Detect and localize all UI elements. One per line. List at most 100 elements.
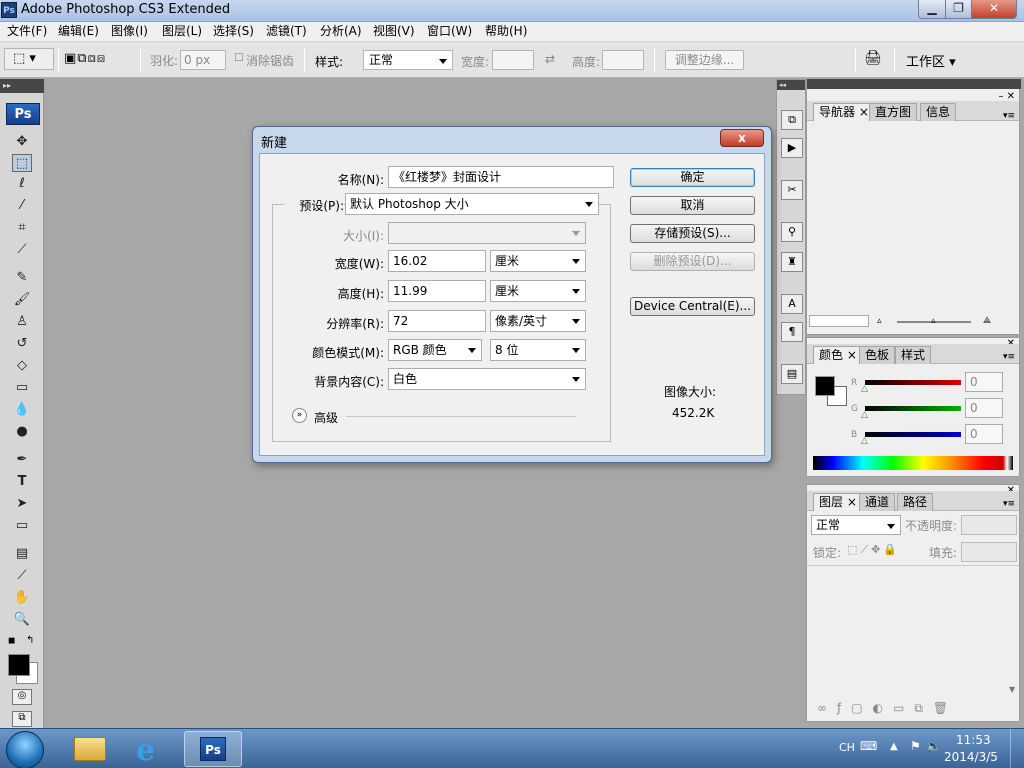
layer-footer-icons[interactable]: ∞ƒ▢◐▭⧉🗑 [817, 701, 958, 716]
dodge-tool-icon[interactable]: ● [12, 423, 32, 441]
menu-help[interactable]: 帮助(H) [480, 22, 532, 41]
channel-b-input[interactable]: 0 [965, 424, 1003, 444]
save-preset-button[interactable]: 存储预设(S)... [630, 224, 755, 243]
bridge-icon[interactable]: 🖨 [864, 50, 888, 70]
menu-view[interactable]: 视图(V) [368, 22, 420, 41]
resolution-input[interactable]: 72 [388, 310, 486, 332]
advanced-label[interactable]: 高级 [314, 409, 338, 426]
hand-tool-icon[interactable]: ✋ [12, 589, 32, 607]
swap-colors-icon[interactable]: ↰ [26, 635, 34, 646]
tab-paths[interactable]: 路径 [897, 493, 934, 511]
channel-g-slider[interactable] [865, 406, 961, 411]
menu-window[interactable]: 窗口(W) [422, 22, 477, 41]
menu-analysis[interactable]: 分析(A) [315, 22, 367, 41]
history-brush-tool-icon[interactable]: ↺ [12, 335, 32, 353]
dialog-close-button[interactable]: x [720, 129, 764, 147]
screen-mode-icon[interactable]: ⧉ [12, 711, 32, 727]
channel-r-slider[interactable] [865, 380, 961, 385]
channel-r-thumb[interactable]: △ [861, 384, 868, 394]
menu-select[interactable]: 选择(S) [208, 22, 259, 41]
tab-histogram[interactable]: 直方图 [869, 103, 918, 121]
show-desktop-button[interactable] [1010, 729, 1024, 768]
close-button[interactable]: ✕ [971, 0, 1017, 19]
preset-select[interactable]: 默认 Photoshop 大小 [345, 193, 599, 215]
tab-styles[interactable]: 样式 [895, 346, 932, 364]
ie-taskbar-icon[interactable]: e [124, 731, 178, 768]
clone-source-panel-icon[interactable]: ♜ [781, 252, 803, 272]
ok-button[interactable]: 确定 [630, 168, 755, 187]
channel-g-thumb[interactable]: △ [861, 410, 868, 420]
clone-stamp-tool-icon[interactable]: ♙ [12, 313, 32, 331]
color-fg-swatch[interactable] [815, 376, 835, 396]
foreground-color-swatch[interactable] [8, 654, 30, 676]
advanced-toggle-icon[interactable]: » [292, 408, 307, 423]
menu-edit[interactable]: 编辑(E) [53, 22, 104, 41]
lock-icons[interactable]: ⬚⟋✥🔒 [847, 543, 900, 557]
height-input[interactable]: 11.99 [388, 280, 486, 302]
selection-mode-icons[interactable]: ▣⧉⧈⧇ [64, 51, 106, 66]
menu-filter[interactable]: 滤镜(T) [261, 22, 312, 41]
channel-r-input[interactable]: 0 [965, 372, 1003, 392]
cancel-button[interactable]: 取消 [630, 196, 755, 215]
channel-b-slider[interactable] [865, 432, 961, 437]
tray-expand-icon[interactable]: ▲ [890, 741, 898, 752]
fill-input[interactable] [961, 542, 1017, 562]
tab-navigator[interactable]: 导航器 × [813, 103, 875, 121]
color-mode-select[interactable]: RGB 颜色 [388, 339, 482, 361]
paragraph-panel-icon[interactable]: ¶ [781, 322, 803, 342]
path-selection-tool-icon[interactable]: ➤ [12, 495, 32, 513]
slice-tool-icon[interactable]: ⟋ [12, 241, 32, 259]
start-button[interactable] [6, 731, 44, 768]
quick-mask-icon[interactable]: ◎ [12, 689, 32, 705]
photoshop-taskbar-icon[interactable]: Ps [184, 731, 242, 767]
type-tool-icon[interactable]: T [12, 473, 32, 491]
channel-g-input[interactable]: 0 [965, 398, 1003, 418]
background-select[interactable]: 白色 [388, 368, 586, 390]
resolution-unit-select[interactable]: 像素/英寸 [490, 310, 586, 332]
device-central-button[interactable]: Device Central(E)... [630, 297, 755, 316]
menu-file[interactable]: 文件(F) [2, 22, 52, 41]
swap-icon[interactable]: ⇄ [545, 52, 555, 66]
height-input[interactable] [602, 50, 644, 70]
history-panel-icon[interactable]: ⧉ [781, 110, 803, 130]
clock-date[interactable]: 2014/3/5 [944, 750, 998, 764]
panel-menu-icon[interactable]: ▾≡ [1003, 352, 1015, 362]
width-unit-select[interactable]: 厘米 [490, 250, 586, 272]
brushes-panel-icon[interactable]: ⚲ [781, 222, 803, 242]
dock-collapse-icon[interactable]: ◂◂ [777, 80, 805, 90]
default-colors-icon[interactable]: ◼ [8, 636, 15, 646]
tool-preset-picker[interactable]: ⬚ ▾ [4, 48, 54, 70]
notes-tool-icon[interactable]: ▤ [12, 545, 32, 563]
marquee-tool-icon[interactable]: ⬚ [12, 154, 32, 172]
tab-swatches[interactable]: 色板 [859, 346, 896, 364]
blend-mode-select[interactable]: 正常 [811, 515, 901, 535]
width-input[interactable] [492, 50, 534, 70]
zoom-in-icon[interactable]: ⟁ [983, 316, 991, 326]
minimize-button[interactable]: ▁ [918, 0, 946, 19]
character-panel-icon[interactable]: A [781, 294, 803, 314]
panel-menu-icon[interactable]: ▾≡ [1003, 499, 1015, 509]
color-ramp[interactable] [813, 456, 1013, 470]
tab-layers[interactable]: 图层 × [813, 493, 863, 511]
language-indicator[interactable]: CH [839, 741, 855, 754]
magic-wand-tool-icon[interactable]: ⁄ [12, 197, 32, 215]
refine-edge-button[interactable]: 调整边缘... [665, 50, 744, 70]
bit-depth-select[interactable]: 8 位 [490, 339, 586, 361]
gradient-tool-icon[interactable]: ▭ [12, 379, 32, 397]
scroll-down-icon[interactable]: ▼ [1009, 685, 1015, 694]
zoom-slider-thumb[interactable]: ▵ [931, 316, 936, 326]
toolbox-header[interactable]: ▸▸ [0, 79, 44, 93]
feather-input[interactable]: 0 px [180, 50, 226, 70]
zoom-tool-icon[interactable]: 🔍 [12, 611, 32, 629]
opacity-input[interactable] [961, 515, 1017, 535]
maximize-button[interactable]: ❐ [945, 0, 972, 19]
layer-comps-panel-icon[interactable]: ▤ [781, 364, 803, 384]
move-tool-icon[interactable]: ✥ [12, 133, 32, 151]
explorer-taskbar-icon[interactable] [62, 731, 116, 767]
height-unit-select[interactable]: 厘米 [490, 280, 586, 302]
tool-presets-panel-icon[interactable]: ✂ [781, 180, 803, 200]
tab-color[interactable]: 颜色 × [813, 346, 863, 364]
actions-panel-icon[interactable]: ▶ [781, 138, 803, 158]
blur-tool-icon[interactable]: 💧 [12, 401, 32, 419]
shape-tool-icon[interactable]: ▭ [12, 517, 32, 535]
